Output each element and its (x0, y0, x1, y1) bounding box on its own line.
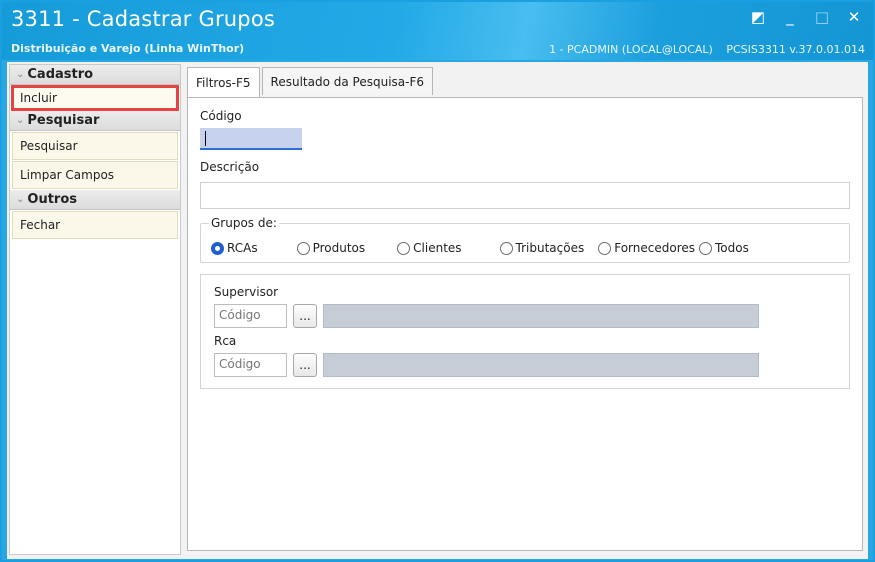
chevron-down-icon: ⌄ (16, 69, 25, 80)
grupos-legend: Grupos de: (209, 216, 279, 230)
descricao-input[interactable] (200, 182, 850, 209)
minimize-icon[interactable]: _ (781, 8, 799, 26)
chevron-down-icon: ⌄ (16, 194, 25, 205)
radio-label: Clientes (413, 241, 462, 255)
tab-filtros[interactable]: Filtros-F5 (187, 67, 260, 97)
sidebar-group-outros[interactable]: ⌄ Outros (10, 190, 180, 210)
sidebar-item-pesquisar[interactable]: Pesquisar (12, 132, 178, 160)
radio-rcas[interactable]: RCAs (211, 241, 258, 255)
codigo-label: Código (200, 109, 242, 123)
radio-icon (296, 241, 310, 255)
radio-tributacoes[interactable]: Tributações (499, 241, 585, 255)
radio-label: Produtos (312, 241, 366, 255)
client-area: ⌄ Cadastro Incluir ⌄ Pesquisar Pesquisar… (7, 62, 868, 559)
user-info: 1 - PCADMIN (LOCAL@LOCAL) (549, 43, 713, 56)
grupos-fieldset: Grupos de: RCAs Produtos Clientes Tribut… (200, 216, 850, 263)
descricao-label: Descrição (200, 160, 260, 174)
close-icon[interactable]: ✕ (845, 8, 863, 26)
sidebar-group-pesquisar[interactable]: ⌄ Pesquisar (10, 111, 180, 131)
title-bar: 3311 - Cadastrar Grupos Distribuição e V… (2, 2, 873, 60)
radio-label: Todos (715, 241, 749, 255)
codigo-input[interactable] (200, 128, 302, 150)
radio-icon (499, 241, 513, 255)
radio-label: RCAs (227, 241, 258, 255)
window-subtitle: Distribuição e Varejo (Linha WinThor) (11, 42, 245, 55)
radio-clientes[interactable]: Clientes (397, 241, 462, 255)
sidebar: ⌄ Cadastro Incluir ⌄ Pesquisar Pesquisar… (9, 64, 181, 555)
window-title: 3311 - Cadastrar Grupos (11, 7, 276, 31)
radio-icon (598, 241, 612, 255)
sidebar-group-label: Cadastro (27, 67, 94, 82)
filter-panel: Código Descrição Grupos de: RCAs Produto… (187, 97, 863, 551)
sidebar-item-incluir[interactable]: Incluir (11, 85, 179, 111)
app-window: 3311 - Cadastrar Grupos Distribuição e V… (0, 0, 875, 562)
radio-icon (699, 241, 713, 255)
radio-icon (397, 241, 411, 255)
session-info: 1 - PCADMIN (LOCAL@LOCAL) PCSIS3311 v.37… (539, 43, 865, 56)
text-caret (205, 131, 206, 146)
rca-lookup-button[interactable]: ... (293, 353, 317, 377)
rca-code-input[interactable]: Código (214, 353, 287, 377)
restore-icon[interactable]: ◩ (749, 8, 767, 26)
radio-label: Fornecedores (614, 241, 696, 255)
radio-fornecedores[interactable]: Fornecedores (598, 241, 695, 255)
program-version: PCSIS3311 v.37.0.01.014 (726, 43, 865, 56)
supervisor-code-input[interactable]: Código (214, 304, 287, 328)
supervisor-lookup-button[interactable]: ... (293, 304, 317, 328)
window-controls: ◩ _ □ ✕ (749, 8, 863, 26)
rca-name-field (323, 353, 759, 377)
sidebar-group-cadastro[interactable]: ⌄ Cadastro (10, 65, 180, 85)
maximize-icon[interactable]: □ (813, 8, 831, 26)
sidebar-item-limpar-campos[interactable]: Limpar Campos (12, 161, 178, 189)
tab-resultado-pesquisa[interactable]: Resultado da Pesquisa-F6 (261, 67, 434, 95)
sidebar-group-label: Outros (27, 192, 77, 207)
chevron-down-icon: ⌄ (16, 115, 25, 126)
radio-label: Tributações (515, 241, 585, 255)
sidebar-item-fechar[interactable]: Fechar (12, 211, 178, 239)
grupos-radio-group: RCAs Produtos Clientes Tributações Forne… (211, 241, 749, 255)
supervisor-rca-box: Supervisor Código ... Rca Código ... (200, 274, 850, 389)
sidebar-group-label: Pesquisar (27, 113, 100, 128)
radio-selected-icon (211, 241, 224, 255)
tab-bar: Filtros-F5 Resultado da Pesquisa-F6 (187, 67, 435, 97)
supervisor-name-field (323, 304, 759, 328)
rca-label: Rca (214, 334, 237, 348)
radio-produtos[interactable]: Produtos (296, 241, 366, 255)
radio-todos[interactable]: Todos (699, 241, 749, 255)
supervisor-label: Supervisor (214, 285, 279, 299)
